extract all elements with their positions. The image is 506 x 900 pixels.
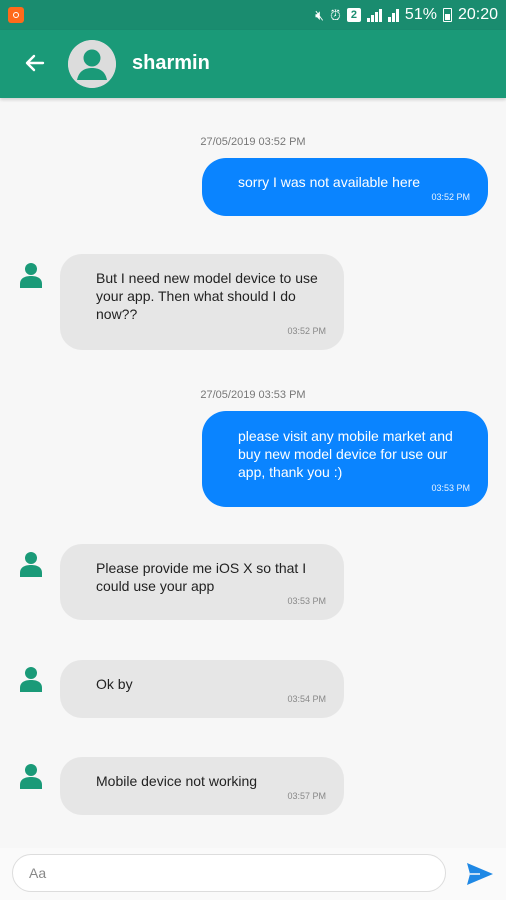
contact-name: sharmin bbox=[132, 52, 210, 74]
message-text: Please provide me iOS X so that I could … bbox=[96, 560, 307, 594]
message-time: 03:53 PM bbox=[431, 483, 470, 493]
message-time: 03:52 PM bbox=[287, 326, 326, 336]
contact-person-icon bbox=[20, 263, 42, 288]
back-button[interactable] bbox=[20, 48, 50, 78]
message-input[interactable] bbox=[12, 854, 446, 892]
incoming-message[interactable]: Ok by 03:54 PM bbox=[60, 660, 344, 718]
contact-person-icon bbox=[20, 764, 42, 789]
signal-icon bbox=[366, 8, 382, 22]
contact-person-icon bbox=[20, 667, 42, 692]
message-time: 03:57 PM bbox=[287, 791, 326, 801]
avatar[interactable] bbox=[68, 40, 116, 88]
message-time: 03:54 PM bbox=[287, 694, 326, 704]
person-circle-icon bbox=[68, 40, 116, 88]
alarm-icon: ⏰︎ bbox=[330, 7, 341, 23]
sim-badge: 2 bbox=[346, 8, 361, 22]
incoming-message[interactable]: Please provide me iOS X so that I could … bbox=[60, 544, 344, 620]
outgoing-message[interactable]: sorry I was not available here 03:52 PM bbox=[202, 158, 488, 216]
mute-icon: 🔇︎ bbox=[315, 7, 324, 23]
battery-icon bbox=[442, 8, 452, 22]
date-separator: 27/05/2019 03:52 PM bbox=[200, 136, 306, 148]
incoming-message[interactable]: Mobile device not working 03:57 PM bbox=[60, 757, 344, 815]
chat-header: sharmin bbox=[0, 30, 506, 98]
message-text: But I need new model device to use your … bbox=[96, 270, 318, 322]
app-notification-icon bbox=[8, 7, 24, 23]
date-separator: 27/05/2019 03:53 PM bbox=[200, 389, 306, 401]
send-button[interactable] bbox=[465, 860, 495, 888]
outgoing-message[interactable]: please visit any mobile market and buy n… bbox=[202, 411, 488, 507]
battery-percent: 51% bbox=[404, 6, 437, 23]
wifi-icon bbox=[387, 8, 399, 22]
status-icons: 🔇︎ ⏰︎ 2 51% 20:20 bbox=[315, 0, 498, 30]
status-bar: 🔇︎ ⏰︎ 2 51% 20:20 bbox=[0, 0, 506, 30]
message-time: 03:53 PM bbox=[287, 596, 326, 606]
arrow-left-icon bbox=[25, 54, 45, 72]
message-time: 03:52 PM bbox=[431, 192, 470, 202]
send-icon bbox=[467, 863, 493, 885]
clock: 20:20 bbox=[457, 6, 498, 23]
incoming-message[interactable]: But I need new model device to use your … bbox=[60, 254, 344, 350]
contact-person-icon bbox=[20, 552, 42, 577]
message-composer bbox=[0, 848, 506, 900]
message-text: please visit any mobile market and buy n… bbox=[238, 428, 453, 480]
